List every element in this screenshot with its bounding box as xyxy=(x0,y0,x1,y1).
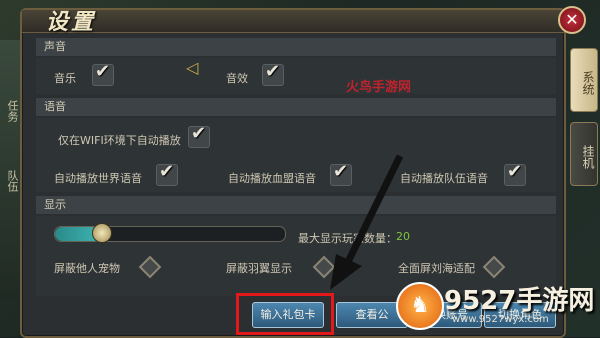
speaker-icon: ◁ xyxy=(186,58,199,77)
site-name: 9527手游网 xyxy=(444,286,595,316)
music-label: 音乐 xyxy=(54,72,76,85)
sound-section xyxy=(36,58,556,94)
tab-system[interactable]: 系统 xyxy=(570,48,598,112)
team-voice-checkbox[interactable] xyxy=(504,161,526,186)
watermark-overlay-text: 火鸟手游网 xyxy=(346,80,412,95)
hide-wings-label: 屏蔽羽翼显示 xyxy=(226,262,292,275)
effects-checkbox[interactable] xyxy=(262,61,284,86)
music-checkbox[interactable] xyxy=(92,61,114,86)
sound-section-header: 声音 xyxy=(36,38,556,56)
site-url: www.9527wyx.com xyxy=(452,314,549,325)
page-title: 设置 xyxy=(46,9,97,35)
site-watermark: ♞ 9527手游网 www.9527wyx.com xyxy=(396,276,596,332)
title-bar: 设置 xyxy=(22,9,564,35)
hide-pets-label: 屏蔽他人宠物 xyxy=(54,262,120,275)
close-icon: ✕ xyxy=(565,10,579,29)
horse-logo-icon: ♞ xyxy=(396,282,444,330)
world-voice-checkbox[interactable] xyxy=(156,161,178,186)
max-players-slider[interactable] xyxy=(54,223,286,243)
tab-auto-battle[interactable]: 挂机 xyxy=(570,122,598,186)
wifi-auto-play-label: 仅在WIFI环境下自动播放 xyxy=(58,134,181,147)
voice-section-header: 语音 xyxy=(36,98,556,116)
display-section-header: 显示 xyxy=(36,196,556,214)
slider-knob[interactable] xyxy=(92,223,112,243)
effects-label: 音效 xyxy=(226,72,248,85)
hud-team-label[interactable]: 队伍 xyxy=(2,170,20,192)
close-button[interactable]: ✕ xyxy=(558,6,586,34)
world-voice-label: 自动播放世界语音 xyxy=(54,172,142,185)
hud-task-label[interactable]: 任务 xyxy=(2,100,20,122)
wifi-auto-play-checkbox[interactable] xyxy=(188,123,210,148)
